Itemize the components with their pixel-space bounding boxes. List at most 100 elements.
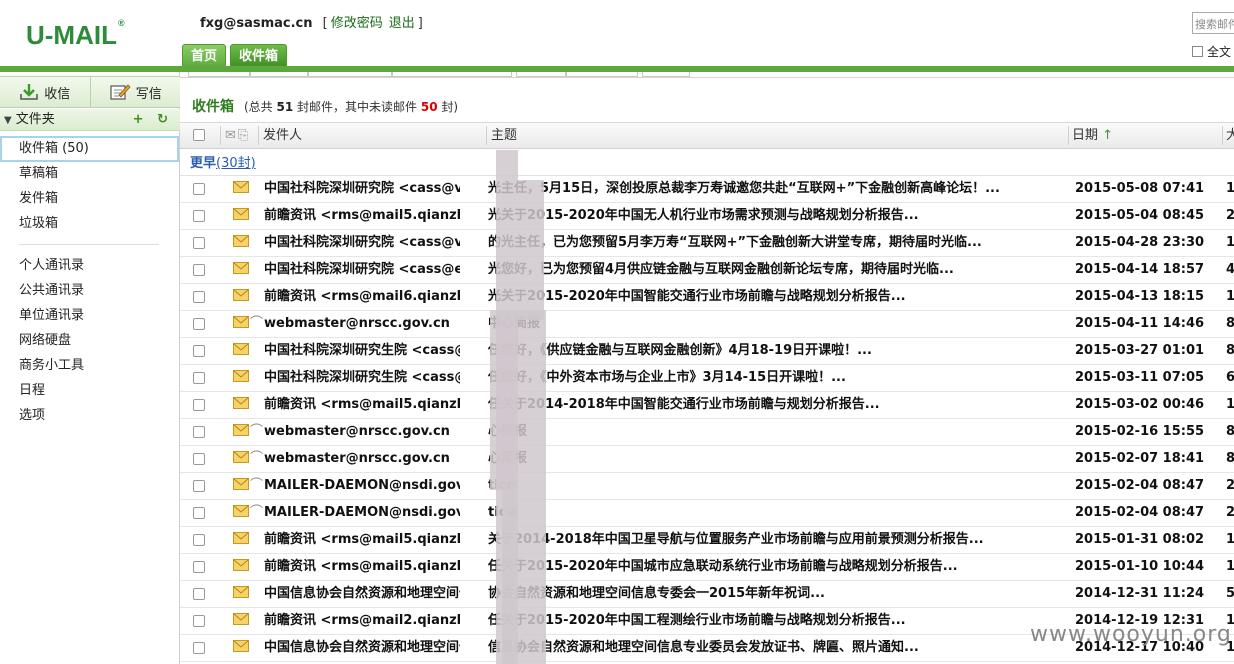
- table-row[interactable]: 前瞻资讯 <rms@mail5.qianzhan. 关于2014-2018年中国卫…: [180, 527, 1234, 554]
- column-subject[interactable]: 主题: [491, 123, 517, 148]
- table-row[interactable]: 前瞻资讯 <rms@mail5.qianzhan. 任关于2014-2018年中国…: [180, 392, 1234, 419]
- row-sender[interactable]: 中国社科院深圳研究生院 <cass@er: [264, 365, 460, 391]
- tab-home[interactable]: 首页: [182, 44, 227, 68]
- row-sender[interactable]: 中国社科院深圳研究生院 <cass@er: [264, 338, 460, 364]
- tab-inbox[interactable]: 收件箱: [230, 44, 288, 68]
- folder-inbox[interactable]: 收件箱 (50): [0, 136, 179, 162]
- table-row[interactable]: ⌒ webmaster@nrscc.gov.cn 中心简报 2015-04-11 14…: [180, 311, 1234, 338]
- row-sender[interactable]: 中国社科院深圳研究院 <cass@vma: [264, 230, 460, 256]
- row-sender[interactable]: 前瞻资讯 <rms@mail5.qianzhan.: [264, 554, 460, 580]
- logout-link[interactable]: 退出: [389, 16, 415, 31]
- row-sender[interactable]: 前瞻资讯 <rms@mail6.qianzhan.: [264, 284, 460, 310]
- folder-drafts[interactable]: 草稿箱: [0, 161, 180, 186]
- row-checkbox[interactable]: [193, 318, 205, 330]
- row-checkbox[interactable]: [193, 453, 205, 465]
- row-subject[interactable]: 任您好，《供应链金融与互联网金融创新》4月18-19日开课啦！...: [488, 338, 1072, 364]
- row-checkbox[interactable]: [193, 372, 205, 384]
- table-row[interactable]: ⌒MAILER-DAEMON@nsdi.gov.cn tice2015-02-04…: [180, 473, 1234, 500]
- row-sender[interactable]: 中国信息协会自然资源和地理空间信: [264, 581, 460, 607]
- row-sender[interactable]: 中国社科院深圳研究院 <cass@vma: [264, 176, 460, 202]
- row-sender[interactable]: webmaster@nrscc.gov.cn: [264, 419, 460, 445]
- row-checkbox[interactable]: [193, 561, 205, 573]
- table-row[interactable]: ⌒ webmaster@nrscc.gov.cn 心简报 2015-02-16 15:…: [180, 419, 1234, 446]
- group-count-link[interactable]: (30封): [216, 156, 256, 171]
- tool-public-contacts[interactable]: 公共通讯录: [0, 278, 180, 303]
- row-subject[interactable]: 中心简报: [488, 311, 1072, 337]
- compose-button[interactable]: 写信: [89, 77, 181, 107]
- row-subject[interactable]: 心简报: [488, 446, 1072, 472]
- row-sender[interactable]: 前瞻资讯 <rms@mail5.qianzhan.: [264, 203, 460, 229]
- row-sender[interactable]: 前瞻资讯 <rms@mail5.qianzhan.: [264, 392, 460, 418]
- row-sender[interactable]: 前瞻资讯 <rms@mail2.qianzhan.: [264, 608, 460, 634]
- column-date[interactable]: 日期 ↑: [1072, 123, 1113, 148]
- row-checkbox[interactable]: [193, 210, 205, 222]
- row-subject[interactable]: tice: [488, 473, 1072, 499]
- column-size[interactable]: 大: [1226, 123, 1234, 148]
- table-row[interactable]: 中国社科院深圳研究院 <cass@ema 光您好，已为您预留4月供应链金融与互联网…: [180, 257, 1234, 284]
- row-sender[interactable]: 前瞻资讯 <rms@mail5.qianzhan.: [264, 527, 460, 553]
- receive-button[interactable]: 收信: [0, 77, 90, 107]
- row-checkbox[interactable]: [193, 237, 205, 249]
- row-subject[interactable]: 光主任，5月15日，深创投原总裁李万寿诚邀您共赴“互联网+”下金融创新高峰论坛！…: [488, 176, 1072, 202]
- tool-personal-contacts[interactable]: 个人通讯录: [0, 253, 180, 278]
- table-row[interactable]: ⌒MAILER-DAEMON@nsdi.gov.cn tice2015-02-04…: [180, 500, 1234, 527]
- row-checkbox[interactable]: [193, 345, 205, 357]
- row-subject[interactable]: 任关于2015-2020年中国城市应急联动系统行业市场前瞻与战略规划分析报告..…: [488, 554, 1072, 580]
- fulltext-checkbox-box[interactable]: [1192, 46, 1203, 57]
- tool-options[interactable]: 选项: [0, 403, 180, 428]
- row-subject[interactable]: 光您好，已为您预留4月供应链金融与互联网金融创新论坛专席，期待届时光临...: [488, 257, 1072, 283]
- row-sender[interactable]: MAILER-DAEMON@nsdi.gov.cn: [264, 500, 460, 526]
- row-subject[interactable]: 任关于2014-2018年中国智能交通行业市场前瞻与规划分析报告...: [488, 392, 1072, 418]
- row-checkbox[interactable]: [193, 642, 205, 654]
- row-sender[interactable]: webmaster@nrscc.gov.cn: [264, 311, 460, 337]
- row-subject[interactable]: 光关于2015-2020年中国无人机行业市场需求预测与战略规划分析报告...: [488, 203, 1072, 229]
- row-checkbox[interactable]: [193, 615, 205, 627]
- refresh-icon[interactable]: ↻: [157, 112, 168, 127]
- row-subject[interactable]: 任关于2015-2020年中国工程测绘行业市场前瞻与战略规划分析报告...: [488, 608, 1072, 634]
- add-folder-icon[interactable]: +: [133, 112, 144, 127]
- table-row[interactable]: ⌒ webmaster@nrscc.gov.cn 心简报 2015-02-07 18:…: [180, 446, 1234, 473]
- search-input[interactable]: 搜索邮件: [1192, 12, 1234, 34]
- row-sender[interactable]: webmaster@nrscc.gov.cn: [264, 446, 460, 472]
- column-sender[interactable]: 发件人: [263, 123, 302, 148]
- row-sender[interactable]: 中国信息协会自然资源和地理空间信: [264, 635, 460, 661]
- change-password-link[interactable]: 修改密码: [331, 16, 383, 31]
- row-checkbox[interactable]: [193, 264, 205, 276]
- row-checkbox[interactable]: [193, 480, 205, 492]
- table-row[interactable]: 中国社科院深圳研究院 <cass@vma 的光主任，已为您预留5月李万寿“互联网+…: [180, 230, 1234, 257]
- row-sender[interactable]: MAILER-DAEMON@nsdi.gov.cn: [264, 473, 460, 499]
- row-checkbox[interactable]: [193, 534, 205, 546]
- tool-org-contacts[interactable]: 单位通讯录: [0, 303, 180, 328]
- row-checkbox[interactable]: [193, 588, 205, 600]
- row-checkbox[interactable]: [193, 291, 205, 303]
- row-subject[interactable]: 的光主任，已为您预留5月李万寿“互联网+”下金融创新大讲堂专席，期待届时光临..…: [488, 230, 1072, 256]
- row-sender[interactable]: 中国社科院深圳研究院 <cass@ema: [264, 257, 460, 283]
- table-row[interactable]: 中国社科院深圳研究生院 <cass@er 任您好，《中外资本市场与企业上市》3月1…: [180, 365, 1234, 392]
- tool-business-tools[interactable]: 商务小工具: [0, 353, 180, 378]
- tool-calendar[interactable]: 日程: [0, 378, 180, 403]
- row-checkbox[interactable]: [193, 507, 205, 519]
- group-earlier[interactable]: 更早(30封): [180, 152, 1234, 176]
- table-row[interactable]: 前瞻资讯 <rms@mail5.qianzhan. 任关于2015-2020年中国…: [180, 554, 1234, 581]
- row-checkbox[interactable]: [193, 399, 205, 411]
- row-subject[interactable]: 信息协会自然资源和地理空间信息专业委员会发放证书、牌匾、照片通知...: [488, 635, 1072, 661]
- row-checkbox[interactable]: [193, 183, 205, 195]
- row-subject[interactable]: 协会自然资源和地理空间信息专委会一2015年新年祝词...: [488, 581, 1072, 607]
- select-all-checkbox[interactable]: [193, 129, 205, 141]
- table-row[interactable]: 中国社科院深圳研究院 <cass@vma 光主任，5月15日，深创投原总裁李万寿诚…: [180, 176, 1234, 203]
- row-subject[interactable]: tice: [488, 500, 1072, 526]
- row-subject[interactable]: 心简报: [488, 419, 1072, 445]
- table-row[interactable]: 前瞻资讯 <rms@mail5.qianzhan. 光关于2015-2020年中国…: [180, 203, 1234, 230]
- folder-trash[interactable]: 垃圾箱: [0, 211, 180, 236]
- tool-network-disk[interactable]: 网络硬盘: [0, 328, 180, 353]
- row-subject[interactable]: 任您好，《中外资本市场与企业上市》3月14-15日开课啦！...: [488, 365, 1072, 391]
- row-checkbox[interactable]: [193, 426, 205, 438]
- folder-header[interactable]: ▼ 文件夹 + ↻: [0, 109, 180, 131]
- table-row[interactable]: 中国社科院深圳研究生院 <cass@er 任您好，《供应链金融与互联网金融创新》4…: [180, 338, 1234, 365]
- row-subject[interactable]: 关于2014-2018年中国卫星导航与位置服务产业市场前瞻与应用前景预测分析报告…: [488, 527, 1072, 553]
- fulltext-checkbox[interactable]: 全文: [1192, 43, 1231, 60]
- folder-sent[interactable]: 发件箱: [0, 186, 180, 211]
- row-subject[interactable]: 光关于2015-2020年中国智能交通行业市场前瞻与战略规划分析报告...: [488, 284, 1072, 310]
- table-row[interactable]: 中国信息协会自然资源和地理空间信 协会自然资源和地理空间信息专委会一2015年新年…: [180, 581, 1234, 608]
- table-row[interactable]: 前瞻资讯 <rms@mail6.qianzhan. 光关于2015-2020年中国…: [180, 284, 1234, 311]
